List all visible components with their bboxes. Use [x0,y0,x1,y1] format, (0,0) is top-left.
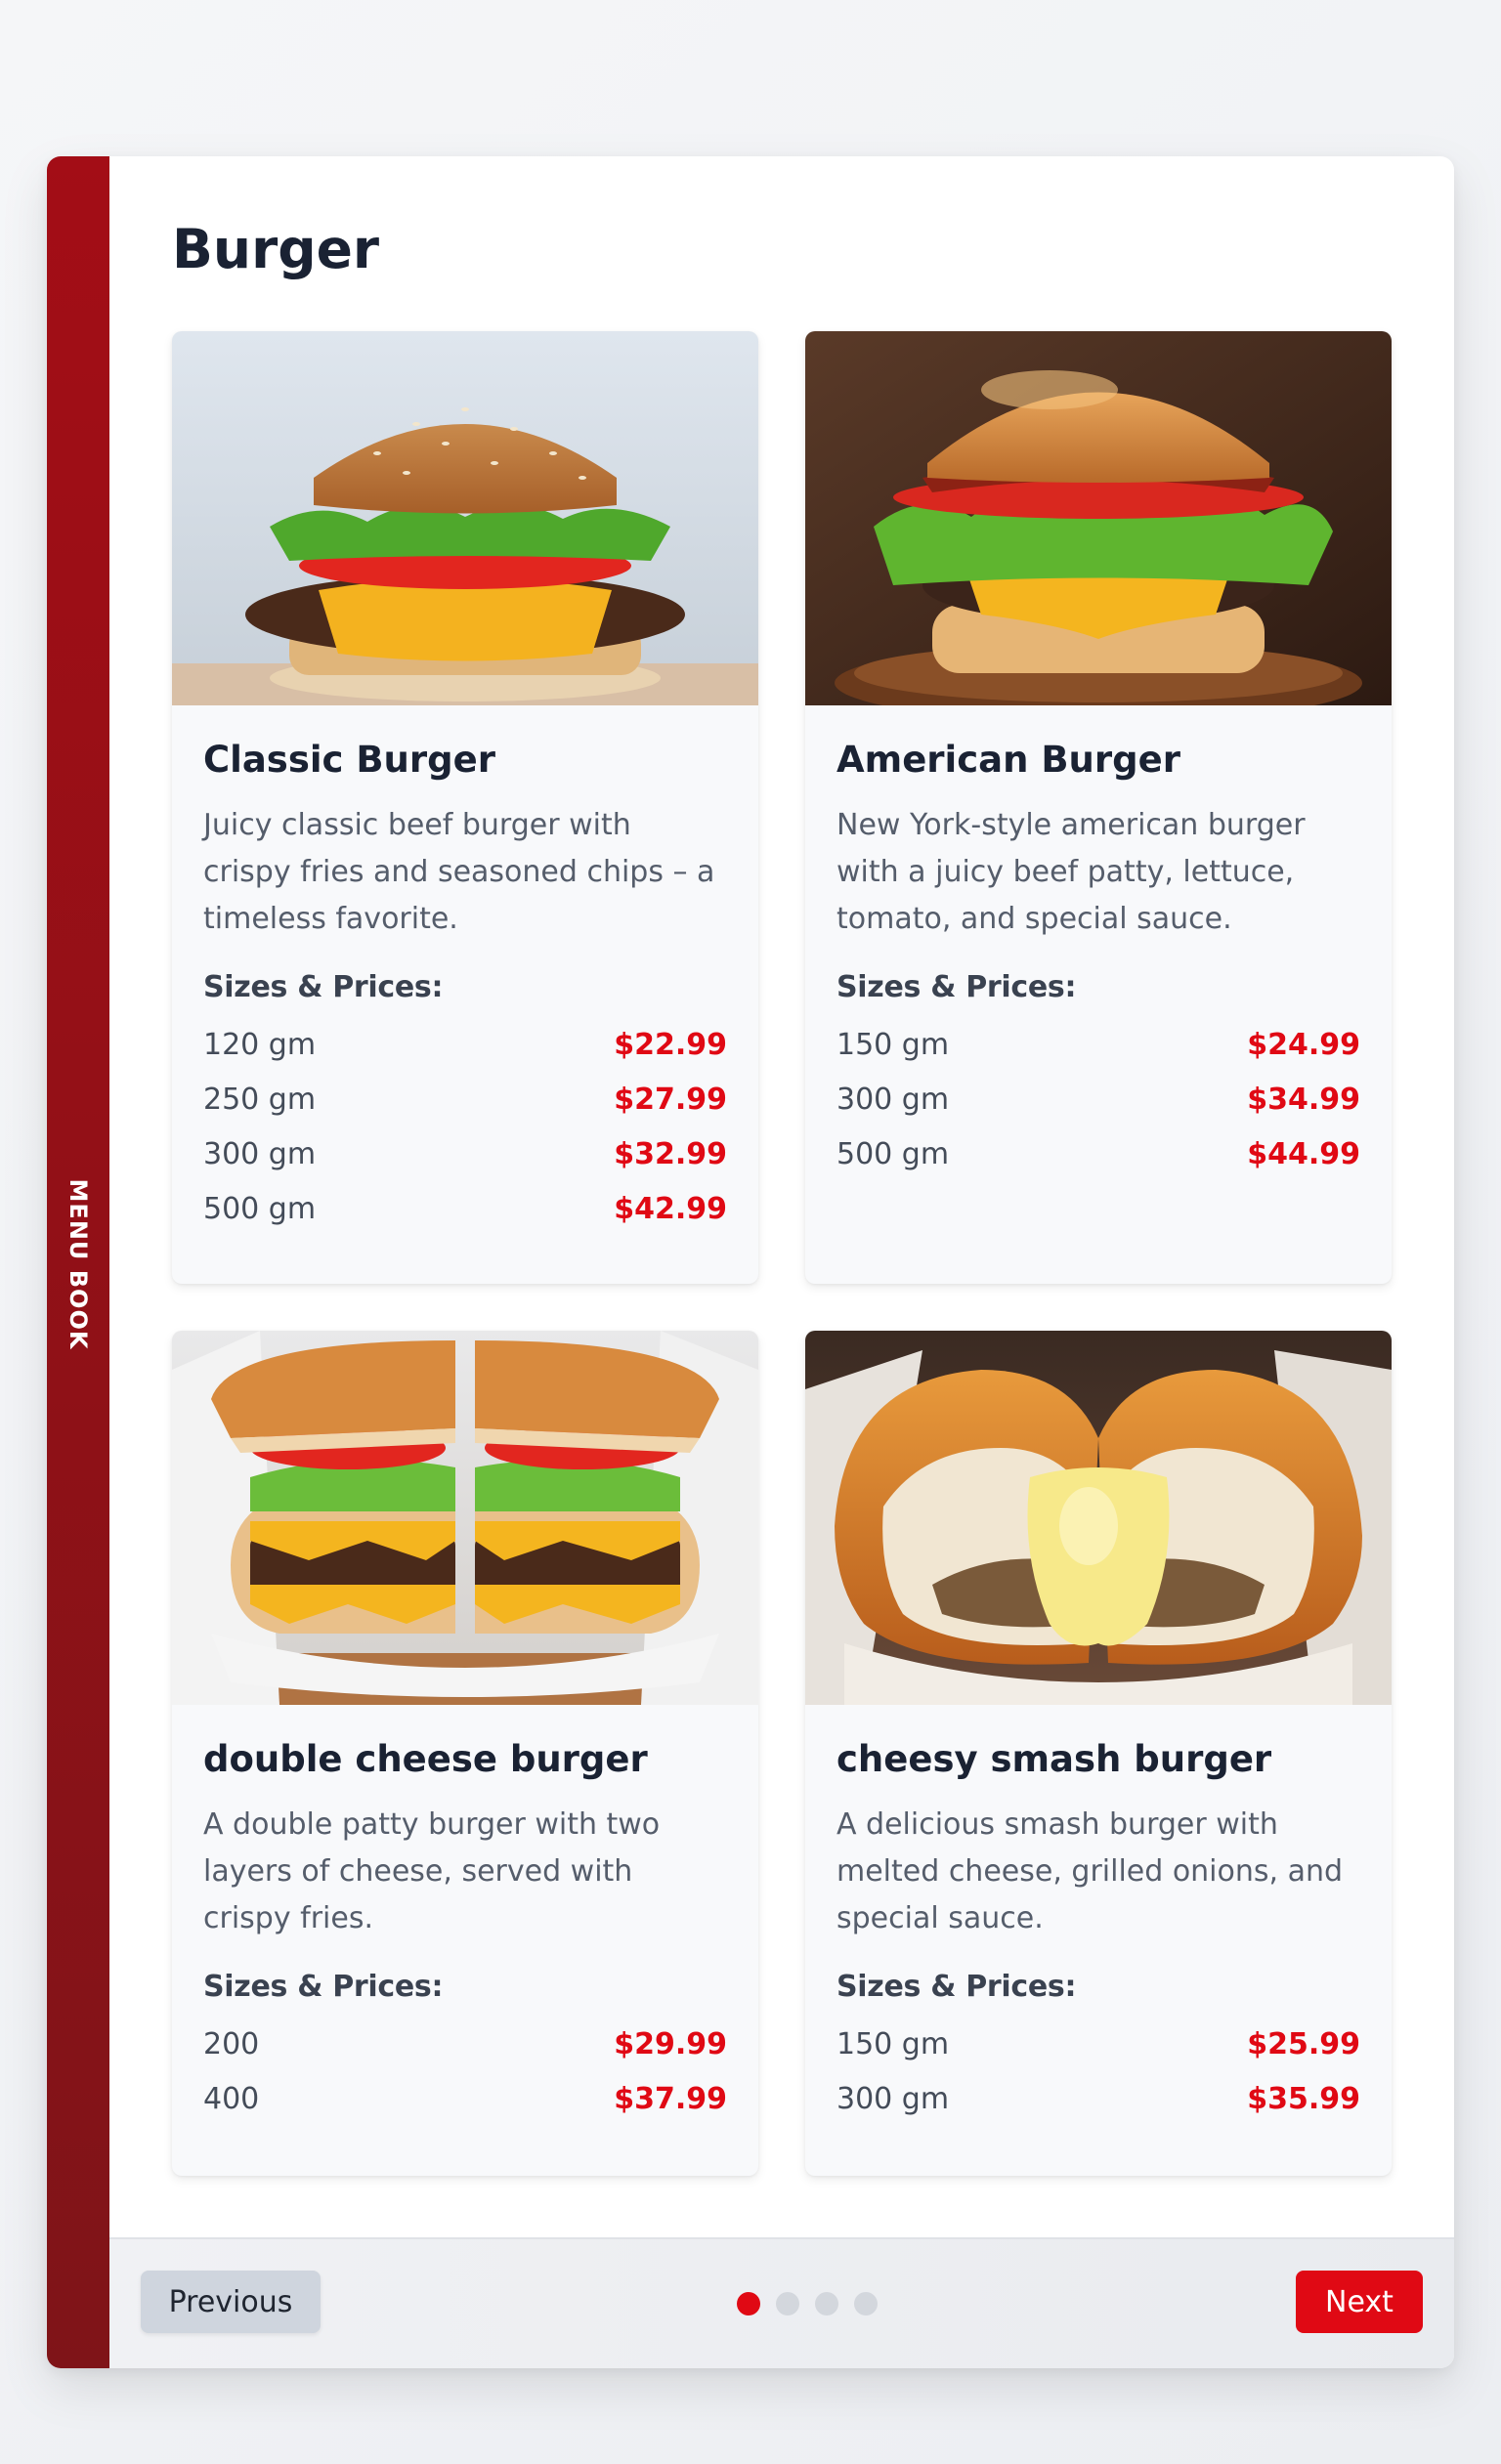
price-row: 300 gm $32.99 [203,1127,727,1182]
size-label: 150 gm [836,1028,950,1063]
price-value: $42.99 [614,1192,727,1227]
item-name: American Burger [836,739,1180,781]
price-row: 300 gm $35.99 [836,2072,1360,2127]
price-row: 200 $29.99 [203,2018,727,2072]
menu-card-cheesy-smash-burger: cheesy smash burger A delicious smash bu… [805,1331,1392,2176]
price-row: 400 $37.99 [203,2072,727,2127]
item-description: A double patty burger with two layers of… [203,1806,661,1935]
card-body: cheesy smash burger A delicious smash bu… [805,1705,1392,2158]
price-value: $34.99 [1247,1083,1360,1118]
menu-card-american-burger: American Burger New York-style american … [805,331,1392,1284]
item-description: A delicious smash burger with melted che… [836,1806,1344,1935]
price-row: 300 gm $34.99 [836,1073,1360,1127]
page-title: Burger [172,218,379,280]
spine-label: MENU BOOK [64,1178,92,1350]
item-name: double cheese burger [203,1738,648,1780]
menu-page: Burger Classic Burger Juicy classic beef… [109,156,1454,2237]
price-row: 250 gm $27.99 [203,1073,727,1127]
menu-book: MENU BOOK Burger Classic Burger Juicy cl… [47,156,1454,2368]
price-value: $25.99 [1247,2027,1360,2062]
card-body: double cheese burger A double patty burg… [172,1705,758,2158]
page-dot-2[interactable] [776,2292,799,2315]
size-label: 300 gm [203,1137,317,1172]
sizes-prices-label: Sizes & Prices: [203,1969,444,2004]
price-value: $35.99 [1247,2082,1360,2117]
menu-card-classic-burger: Classic Burger Juicy classic beef burger… [172,331,758,1284]
size-label: 400 [203,2082,260,2117]
page-dot-1[interactable] [737,2292,760,2315]
page-dot-4[interactable] [854,2292,878,2315]
price-value: $27.99 [614,1083,727,1118]
price-value: $37.99 [614,2082,727,2117]
size-label: 300 gm [836,2082,950,2117]
size-label: 200 [203,2027,260,2062]
cheesy-smash-burger-photo [805,1331,1392,1705]
page-indicator [737,2292,878,2315]
item-name: Classic Burger [203,739,495,781]
price-value: $22.99 [614,1028,727,1063]
card-body: American Burger New York-style american … [805,705,1392,1213]
size-label: 150 gm [836,2027,950,2062]
item-description: Juicy classic beef burger with crispy fr… [203,807,715,936]
price-row: 500 gm $44.99 [836,1127,1360,1182]
item-description: New York-style american burger with a ju… [836,807,1306,936]
pagination-bar: Previous Next [109,2237,1454,2368]
item-name: cheesy smash burger [836,1738,1272,1780]
size-label: 250 gm [203,1083,317,1118]
book-spine: MENU BOOK [47,156,109,2368]
price-row: 500 gm $42.99 [203,1182,727,1237]
sizes-prices-label: Sizes & Prices: [836,969,1077,1004]
price-row: 120 gm $22.99 [203,1018,727,1073]
price-value: $29.99 [614,2027,727,2062]
double-cheese-burger-photo [172,1331,758,1705]
card-body: Classic Burger Juicy classic beef burger… [172,705,758,1268]
size-label: 120 gm [203,1028,317,1063]
price-row: 150 gm $25.99 [836,2018,1360,2072]
size-label: 500 gm [203,1192,317,1227]
size-label: 300 gm [836,1083,950,1118]
sizes-prices-label: Sizes & Prices: [836,1969,1077,2004]
price-value: $24.99 [1247,1028,1360,1063]
sizes-prices-label: Sizes & Prices: [203,969,444,1004]
price-value: $32.99 [614,1137,727,1172]
price-row: 150 gm $24.99 [836,1018,1360,1073]
size-label: 500 gm [836,1137,950,1172]
american-burger-photo [805,331,1392,705]
menu-card-double-cheese-burger: double cheese burger A double patty burg… [172,1331,758,2176]
previous-button[interactable]: Previous [141,2271,321,2333]
menu-grid: Classic Burger Juicy classic beef burger… [172,331,1392,2176]
classic-burger-photo [172,331,758,705]
price-value: $44.99 [1247,1137,1360,1172]
next-button[interactable]: Next [1296,2271,1423,2333]
page-dot-3[interactable] [815,2292,838,2315]
